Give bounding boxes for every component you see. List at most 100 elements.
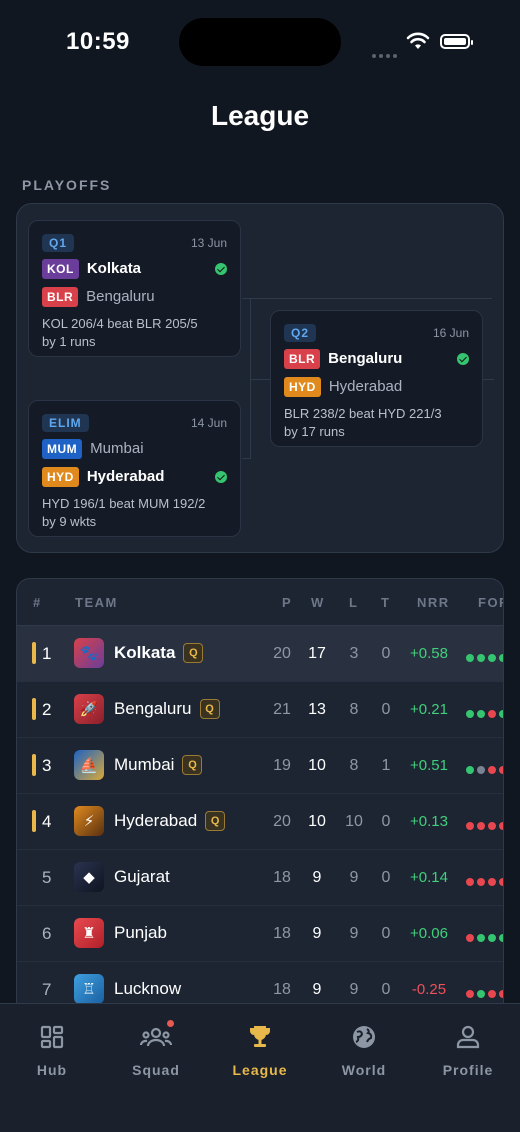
lost-cell: 8 — [349, 701, 359, 718]
playoff-bracket: Q1 13 Jun KOL Kolkata BLR Bengaluru KOL … — [16, 203, 504, 553]
nav-squad[interactable]: Squad — [104, 1020, 208, 1078]
match-card[interactable]: Q2 16 Jun BLR Bengaluru HYD Hyderabad BL… — [270, 310, 483, 447]
team-name: Gujarat — [114, 867, 170, 886]
team-name: Bengaluru — [328, 350, 403, 367]
signal-icon — [372, 45, 400, 63]
form-dot — [477, 878, 485, 886]
form-dot — [466, 654, 474, 662]
paw-icon: 🐾 — [74, 638, 104, 668]
tied-cell: 0 — [381, 981, 391, 998]
lost-cell: 8 — [349, 757, 359, 774]
team-abbr-badge: BLR — [42, 286, 79, 307]
rank-cell: 3 — [42, 756, 52, 775]
played-cell: 18 — [273, 869, 291, 886]
team-name: Kolkata — [114, 643, 176, 662]
played-cell: 18 — [273, 981, 291, 998]
nav-profile[interactable]: Profile — [416, 1022, 520, 1078]
lost-cell: 3 — [349, 645, 359, 662]
match-team-row: HYD Hyderabad — [284, 374, 469, 399]
nav-world[interactable]: World — [312, 1022, 416, 1078]
team-name-cell: Gujarat — [114, 867, 170, 887]
winner-check-icon — [215, 470, 227, 483]
form-dot — [488, 822, 496, 830]
form-cell — [466, 873, 503, 891]
team-name-cell: Mumbai Q — [114, 755, 203, 775]
table-row[interactable]: 3 ⛵ Mumbai Q 19 10 8 1 +0.51 — [17, 738, 503, 794]
qualified-badge: Q — [199, 699, 220, 719]
form-cell — [466, 649, 503, 667]
rank-cell: 7 — [42, 980, 52, 999]
rank-cell: 4 — [42, 812, 52, 831]
table-row[interactable]: 7 ♖ Lucknow 18 9 9 0 -0.25 — [17, 962, 503, 1007]
team-name-cell: Kolkata Q — [114, 643, 204, 663]
table-row[interactable]: 1 🐾 Kolkata Q 20 17 3 0 +0.58 — [17, 626, 503, 682]
col-rank-header: # — [33, 595, 42, 610]
form-dot — [477, 990, 485, 998]
won-cell: 9 — [312, 981, 322, 998]
match-team-row: HYD Hyderabad — [42, 464, 227, 489]
lost-cell: 9 — [349, 925, 359, 942]
tied-cell: 0 — [381, 645, 391, 662]
table-row[interactable]: 2 🚀 Bengaluru Q 21 13 8 0 +0.21 — [17, 682, 503, 738]
match-team-row: KOL Kolkata — [42, 256, 227, 281]
won-cell: 10 — [308, 757, 326, 774]
match-card[interactable]: ELIM 14 Jun MUM Mumbai HYD Hyderabad HYD… — [28, 400, 241, 537]
form-dot — [477, 654, 485, 662]
rank-cell: 6 — [42, 924, 52, 943]
team-name: Lucknow — [114, 979, 182, 998]
status-time: 10:59 — [66, 28, 130, 55]
standings-table: # TEAM P W L T NRR FOF 1🐾KolkataQ201730+… — [16, 578, 504, 1008]
form-dot — [499, 990, 503, 998]
qualified-badge: Q — [183, 643, 204, 663]
form-dot — [499, 878, 503, 886]
globe-icon — [353, 1026, 375, 1048]
table-row[interactable]: 5 ◆ Gujarat 18 9 9 0 +0.14 — [17, 850, 503, 906]
team-name: Mumbai — [114, 755, 175, 774]
nrr-cell: +0.58 — [410, 645, 448, 662]
table-header: # TEAM P W L T NRR FOF — [17, 579, 503, 626]
form-cell — [466, 929, 503, 947]
team-name-cell: Punjab — [114, 923, 167, 943]
match-date: 14 Jun — [190, 416, 227, 430]
nrr-cell: +0.06 — [410, 925, 448, 942]
match-card[interactable]: Q1 13 Jun KOL Kolkata BLR Bengaluru KOL … — [28, 220, 241, 357]
tied-cell: 0 — [381, 869, 391, 886]
tied-cell: 0 — [381, 925, 391, 942]
col-team-header: TEAM — [75, 595, 118, 610]
team-name: Hyderabad — [86, 468, 165, 485]
trophy-icon: ♜ — [74, 918, 104, 948]
played-cell: 20 — [273, 813, 291, 830]
match-team-row: BLR Bengaluru — [42, 284, 227, 309]
match-result-line: by 9 wkts — [42, 514, 97, 529]
team-name-cell: Lucknow — [114, 979, 181, 999]
form-dot — [466, 822, 474, 830]
table-row[interactable]: 4 ⚡ Hyderabad Q 20 10 10 0 +0.13 — [17, 794, 503, 850]
tied-cell: 0 — [381, 813, 391, 830]
form-dot — [499, 822, 503, 830]
nav-hub[interactable]: Hub — [0, 1022, 104, 1078]
trophy-icon — [250, 1026, 270, 1047]
diamond-icon: ◆ — [74, 862, 104, 892]
battery-icon — [440, 34, 473, 49]
form-dot — [488, 654, 496, 662]
won-cell: 13 — [308, 701, 326, 718]
form-dot — [477, 710, 485, 718]
nav-label: Hub — [36, 1062, 68, 1078]
col-nrr-header: NRR — [417, 595, 450, 610]
tied-cell: 1 — [381, 757, 391, 774]
form-dot — [488, 766, 496, 774]
dynamic-island — [179, 18, 341, 66]
match-result: BLR 238/2 beat HYD 221/3 by 17 runs — [284, 405, 469, 441]
nav-league[interactable]: League — [208, 1022, 312, 1078]
team-abbr-badge: BLR — [284, 348, 321, 369]
match-date: 13 Jun — [190, 236, 227, 250]
col-p-header: P — [282, 595, 293, 610]
form-dot — [488, 934, 496, 942]
castle-icon: ♖ — [74, 974, 104, 1004]
qualified-marker — [32, 642, 36, 664]
grid-icon — [40, 1025, 64, 1049]
form-dot — [466, 766, 474, 774]
table-row[interactable]: 6 ♜ Punjab 18 9 9 0 +0.06 — [17, 906, 503, 962]
form-cell — [466, 817, 503, 835]
qualified-marker — [32, 754, 36, 776]
